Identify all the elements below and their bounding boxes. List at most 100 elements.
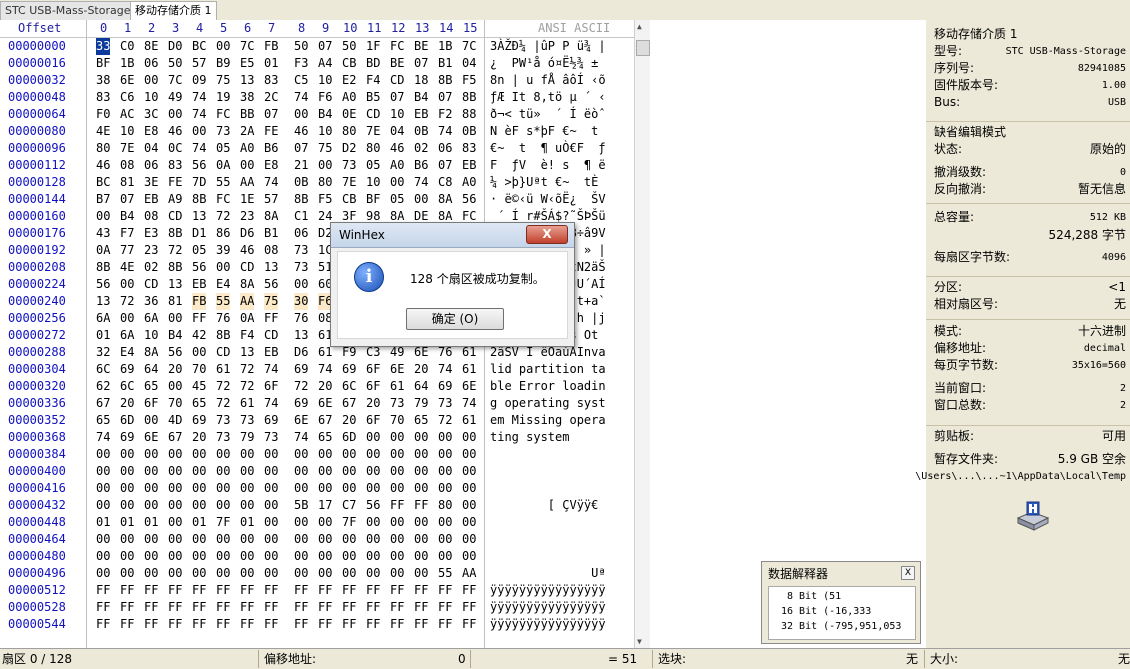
hex-byte[interactable]: 72 xyxy=(240,378,254,395)
hex-byte[interactable]: CB xyxy=(342,191,356,208)
hex-byte[interactable]: 01 xyxy=(96,327,110,344)
hex-byte[interactable]: 00 xyxy=(462,548,476,565)
hex-byte[interactable]: 00 xyxy=(96,480,110,497)
scroll-down-icon[interactable]: ▼ xyxy=(637,637,642,646)
hex-byte[interactable]: F5 xyxy=(462,72,476,89)
hex-byte[interactable]: FC xyxy=(216,191,230,208)
hex-byte[interactable]: 00 xyxy=(216,38,230,55)
dialog-close-button[interactable]: X xyxy=(526,225,568,244)
hex-byte[interactable]: FF xyxy=(192,582,206,599)
hex-byte[interactable]: 20 xyxy=(414,361,428,378)
tab-removable-disk-1[interactable]: 移动存储介质 1 xyxy=(130,1,217,20)
hex-byte[interactable]: 7E xyxy=(342,174,356,191)
hex-byte[interactable]: 00 xyxy=(216,548,230,565)
hex-byte[interactable]: 6C xyxy=(342,378,356,395)
hex-byte[interactable]: 20 xyxy=(318,378,332,395)
hex-byte[interactable]: 0B xyxy=(414,123,428,140)
hex-byte[interactable]: AC xyxy=(120,106,134,123)
hex-byte[interactable]: 00 xyxy=(144,463,158,480)
hex-byte[interactable]: 07 xyxy=(390,89,404,106)
tab-stc-usb[interactable]: STC USB-Mass-Storage xyxy=(0,1,136,20)
hex-byte[interactable]: 13 xyxy=(264,259,278,276)
hex-byte[interactable]: 55 xyxy=(216,293,231,310)
hex-byte[interactable]: 0A xyxy=(216,157,230,174)
hex-byte[interactable]: 69 xyxy=(264,412,278,429)
hex-byte[interactable]: 10 xyxy=(318,123,332,140)
hex-byte[interactable]: 0B xyxy=(294,174,308,191)
hex-byte[interactable]: 8B xyxy=(168,259,182,276)
hex-byte[interactable]: C8 xyxy=(438,174,452,191)
hex-byte[interactable]: 00 xyxy=(342,446,356,463)
hex-byte[interactable]: 00 xyxy=(366,514,380,531)
hex-byte[interactable]: 73 xyxy=(264,429,278,446)
hex-byte[interactable]: 00 xyxy=(366,565,380,582)
hex-byte[interactable]: 6E xyxy=(144,429,158,446)
hex-byte[interactable]: 00 xyxy=(168,531,182,548)
hex-byte[interactable]: FF xyxy=(318,582,332,599)
dialog-titlebar[interactable]: WinHex X xyxy=(331,223,574,248)
hex-byte[interactable]: 13 xyxy=(96,293,110,310)
hex-byte[interactable]: FF xyxy=(390,599,404,616)
hex-byte[interactable]: 81 xyxy=(168,293,182,310)
ascii-text[interactable]: [ ÇVÿÿ€ xyxy=(490,497,599,514)
hex-byte[interactable]: 00 xyxy=(294,446,308,463)
hex-byte[interactable]: 64 xyxy=(414,378,428,395)
hex-byte[interactable]: 00 xyxy=(390,565,404,582)
hex-byte[interactable]: 00 xyxy=(366,429,380,446)
hex-byte[interactable]: BD xyxy=(366,55,380,72)
hex-byte[interactable]: 00 xyxy=(216,259,230,276)
hex-byte[interactable]: 7C xyxy=(462,38,476,55)
hex-byte[interactable]: 00 xyxy=(216,565,230,582)
hex-byte[interactable]: 56 xyxy=(462,191,476,208)
hex-byte[interactable]: 00 xyxy=(120,548,134,565)
hex-byte[interactable]: FF xyxy=(414,599,428,616)
hex-byte[interactable]: 00 xyxy=(264,565,278,582)
hex-byte[interactable]: 00 xyxy=(438,480,452,497)
hex-byte[interactable]: B5 xyxy=(366,89,380,106)
hex-byte[interactable]: 00 xyxy=(438,531,452,548)
hex-byte[interactable]: 1E xyxy=(240,191,254,208)
hex-byte[interactable]: 00 xyxy=(294,463,308,480)
hex-byte[interactable]: 07 xyxy=(438,89,452,106)
hex-byte[interactable]: 72 xyxy=(216,208,230,225)
hex-byte[interactable]: 00 xyxy=(318,514,332,531)
hex-byte[interactable]: 7C xyxy=(168,72,182,89)
hex-byte[interactable]: 00 xyxy=(168,378,182,395)
ascii-text[interactable]: 3ÀŽÐ¼ |ûP P ü¾ | xyxy=(490,38,606,55)
hex-byte[interactable]: 42 xyxy=(192,327,206,344)
hex-byte[interactable]: CD xyxy=(168,208,182,225)
hex-byte[interactable]: 69 xyxy=(438,378,452,395)
hex-byte[interactable]: C0 xyxy=(120,38,134,55)
ascii-text[interactable]: ¿ PW¹å ó¤Ë½¾ ± xyxy=(490,55,598,72)
hex-byte[interactable]: 10 xyxy=(144,89,158,106)
hex-byte[interactable]: 05 xyxy=(216,140,230,157)
hex-byte[interactable]: 00 xyxy=(144,446,158,463)
hex-byte[interactable]: 07 xyxy=(318,38,332,55)
hex-byte[interactable]: 00 xyxy=(144,412,158,429)
hex-byte[interactable]: BC xyxy=(96,174,110,191)
hex-byte[interactable]: 00 xyxy=(144,480,158,497)
hex-byte[interactable]: 6A xyxy=(96,310,110,327)
hex-byte[interactable]: 08 xyxy=(144,208,158,225)
hex-byte[interactable]: 30 xyxy=(294,293,309,310)
hex-byte[interactable]: 55 xyxy=(438,565,452,582)
hex-byte[interactable]: 50 xyxy=(294,38,308,55)
hex-byte[interactable]: 56 xyxy=(192,157,206,174)
hex-byte[interactable]: 74 xyxy=(294,89,308,106)
hex-byte[interactable]: 79 xyxy=(240,429,254,446)
hex-byte[interactable]: 73 xyxy=(216,412,230,429)
ascii-text[interactable]: ÿÿÿÿÿÿÿÿÿÿÿÿÿÿÿÿ xyxy=(490,616,606,633)
hex-byte[interactable]: EB xyxy=(144,191,158,208)
hex-byte[interactable]: 74 xyxy=(414,174,428,191)
hex-byte[interactable]: 74 xyxy=(264,361,278,378)
hex-byte[interactable]: 00 xyxy=(96,548,110,565)
hex-byte[interactable]: 80 xyxy=(96,140,110,157)
hex-byte[interactable]: 6C xyxy=(96,361,110,378)
hex-byte[interactable]: 6D xyxy=(120,412,134,429)
scroll-up-icon[interactable]: ▲ xyxy=(637,22,642,31)
hex-byte[interactable]: BC xyxy=(192,38,206,55)
hex-byte[interactable]: 00 xyxy=(294,276,308,293)
hex-byte[interactable]: 00 xyxy=(390,429,404,446)
hex-byte[interactable]: 0A xyxy=(96,242,110,259)
hex-byte[interactable]: 65 xyxy=(96,412,110,429)
